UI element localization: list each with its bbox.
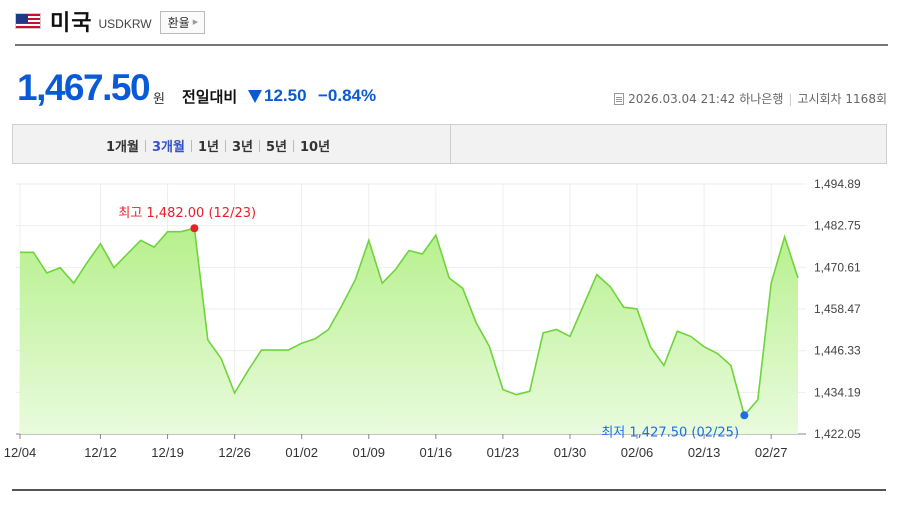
change-value: 12.50: [264, 86, 307, 105]
quote-datetime: 2026.03.04 21:42: [628, 91, 736, 106]
period-tabs-bar: 1개월 3개월 1년 3년 5년 10년: [12, 124, 887, 164]
tab-period-1[interactable]: 3개월: [146, 136, 191, 155]
exchange-rate-chart: 1,494.89 1,482.75 1,470.61 1,458.47 1,446.33…: [4, 177, 861, 460]
currency-code: USDKRW: [98, 17, 152, 31]
area-fill: [20, 228, 798, 434]
quote-meta: 2026.03.04 21:42 하나은행 | 고시회차 1168회: [614, 90, 887, 107]
y-tick-label: 1,446.33: [814, 344, 861, 358]
convert-button-label: 환율: [167, 15, 190, 30]
tab-period-4[interactable]: 5년: [260, 136, 293, 155]
max-point: [190, 224, 199, 233]
period-tabs: 1개월 3개월 1년 3년 5년 10년: [100, 136, 336, 155]
min-point: [740, 411, 749, 420]
currency-header: 미국 USDKRW 환율 ▶: [15, 6, 206, 36]
y-tick-label: 1,470.61: [814, 260, 861, 274]
x-tick-label: 02/06: [621, 445, 654, 460]
y-tick-label: 1,458.47: [814, 302, 861, 316]
x-tick-label: 12/04: [4, 445, 37, 460]
y-tick-label: 1,494.89: [814, 177, 861, 191]
y-tick-label: 1,434.19: [814, 385, 861, 399]
tab-period-3[interactable]: 3년: [226, 136, 259, 155]
change-percent: −0.84%: [318, 86, 377, 105]
y-tick-label: 1,482.75: [814, 219, 861, 233]
quote-notice: 고시회차 1168회: [797, 92, 887, 106]
meta-separator: |: [788, 91, 793, 106]
x-tick-label: 02/27: [755, 445, 788, 460]
caret-right-icon: ▶: [192, 18, 199, 26]
x-tick-label: 12/12: [84, 445, 117, 460]
x-tick-label: 01/16: [420, 445, 453, 460]
x-tick-label: 12/19: [151, 445, 184, 460]
tabs-divider: [450, 125, 451, 163]
tab-period-5[interactable]: 10년: [294, 136, 336, 155]
current-price: 1,467.50: [17, 67, 151, 108]
tab-period-0[interactable]: 1개월: [100, 136, 145, 155]
x-tick-label: 02/13: [688, 445, 721, 460]
header-divider: [15, 44, 888, 46]
down-triangle-icon: [248, 90, 262, 103]
price-unit: 원: [153, 92, 165, 107]
min-label: 최저 1,427.50 (02/25): [601, 425, 739, 440]
x-tick-label: 01/09: [352, 445, 385, 460]
us-flag-icon: [15, 13, 41, 29]
document-icon: [614, 92, 625, 105]
tab-period-2[interactable]: 1년: [192, 136, 225, 155]
country-name: 미국: [50, 11, 93, 36]
quote-bank: 하나은행: [739, 92, 784, 106]
x-tick-label: 01/30: [554, 445, 587, 460]
footer-divider: [12, 489, 886, 491]
convert-button[interactable]: 환율 ▶: [159, 10, 206, 34]
change-label: 전일대비: [182, 88, 238, 106]
x-tick-label: 01/23: [487, 445, 520, 460]
x-tick-label: 01/02: [285, 445, 318, 460]
x-tick-label: 12/26: [218, 445, 251, 460]
max-label: 최고 1,482.00 (12/23): [118, 206, 256, 221]
y-tick-label: 1,422.05: [814, 427, 861, 441]
